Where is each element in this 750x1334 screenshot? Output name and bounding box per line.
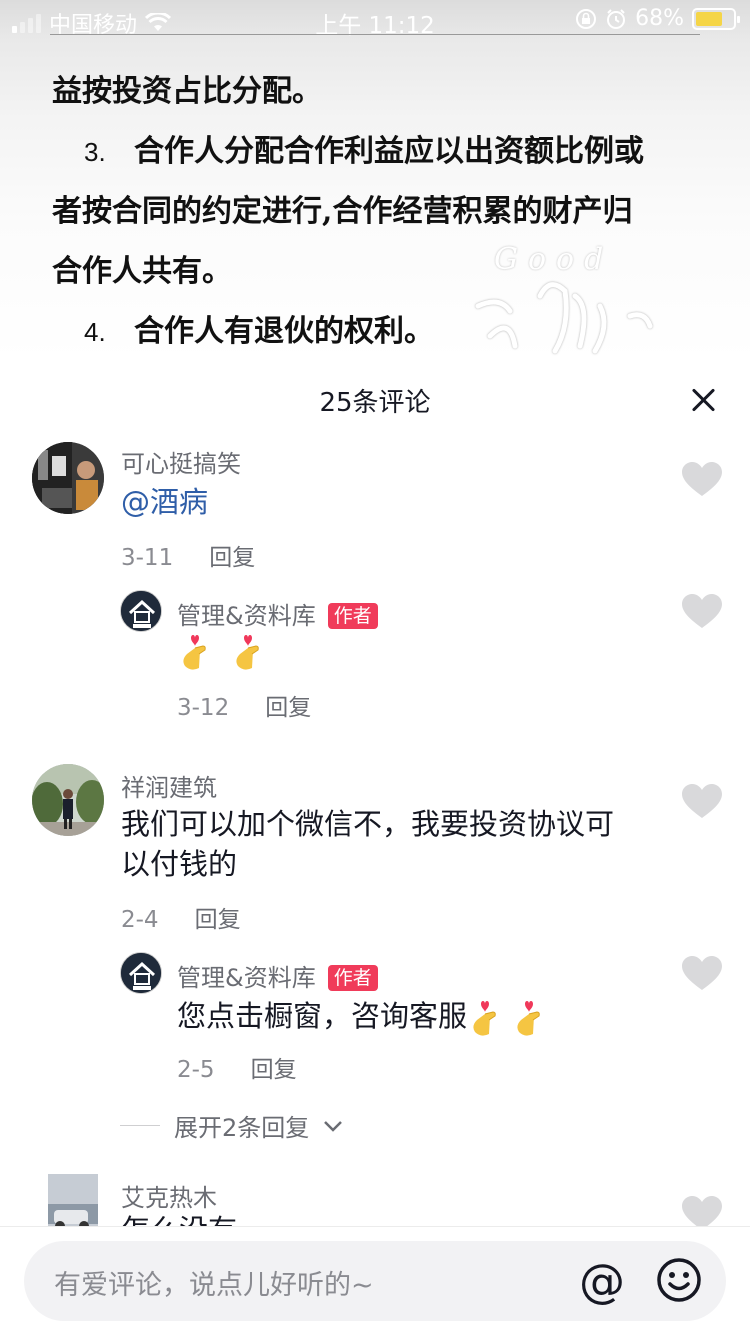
finger-heart-emoji-icon xyxy=(183,635,206,670)
comment-text-content: 您点击橱窗，咨询客服 xyxy=(177,999,468,1033)
like-heart-icon[interactable] xyxy=(682,462,722,498)
chevron-down-icon xyxy=(324,1120,343,1132)
doc-line: 合作人有退伙的权利。 xyxy=(134,314,434,349)
comment-username[interactable]: 可心挺搞笑 xyxy=(121,444,241,479)
comment-username: 管理&资料库 作者 xyxy=(177,596,378,631)
author-name[interactable]: 管理&资料库 xyxy=(177,964,316,992)
expand-replies-button[interactable]: 展开2条回复 xyxy=(120,1108,343,1143)
comment-meta: 3-11 回复 xyxy=(121,538,255,572)
comment-count-title: 25条评论 xyxy=(319,388,431,418)
author-avatar[interactable] xyxy=(120,590,162,632)
author-name[interactable]: 管理&资料库 xyxy=(177,602,316,630)
comment-date: 3-11 xyxy=(121,545,174,571)
sheet-header: 25条评论 xyxy=(0,362,750,438)
avatar[interactable] xyxy=(32,764,104,836)
like-heart-icon[interactable] xyxy=(682,956,722,992)
doc-line: 益按投资占比分配。 xyxy=(52,74,322,109)
divider-line xyxy=(120,1125,160,1126)
expand-replies-row: 展开2条回复 xyxy=(0,1108,750,1144)
doc-divider xyxy=(50,34,700,35)
like-heart-icon[interactable] xyxy=(682,594,722,630)
comment-text xyxy=(177,630,266,672)
watermark-logo: Good xyxy=(470,236,670,362)
comment-date: 3-12 xyxy=(177,695,230,721)
comment-meta: 2-4 回复 xyxy=(121,900,241,934)
comment-date: 2-4 xyxy=(121,907,159,933)
finger-heart-emoji-icon xyxy=(517,1001,540,1036)
close-icon[interactable] xyxy=(690,387,716,413)
finger-heart-emoji-icon xyxy=(236,635,259,670)
comment-input[interactable]: 有爱评论，说点儿好听的~ @ xyxy=(24,1241,726,1321)
watermark-brush-icon xyxy=(475,282,653,354)
comment-username: 管理&资料库 作者 xyxy=(177,958,378,993)
input-placeholder: 有爱评论，说点儿好听的~ xyxy=(54,1270,374,1301)
doc-item-3: 3. 合作人分配合作利益应以出资额比例或 xyxy=(52,122,707,182)
at-mention-icon[interactable]: @ xyxy=(576,1253,628,1309)
author-badge: 作者 xyxy=(327,965,378,991)
emoji-face-icon[interactable] xyxy=(656,1257,702,1303)
author-avatar[interactable] xyxy=(120,952,162,994)
doc-line: 合作人分配合作利益应以出资额比例或 xyxy=(134,134,644,169)
comment-meta: 2-5 回复 xyxy=(177,1050,297,1084)
avatar[interactable] xyxy=(32,442,104,514)
reply-button[interactable]: 回复 xyxy=(195,907,241,933)
like-heart-icon[interactable] xyxy=(682,784,722,820)
reply-item: 管理&资料库 作者 3-12 回复 xyxy=(0,590,750,730)
battery-icon xyxy=(692,7,740,30)
expand-replies-label: 展开2条回复 xyxy=(174,1114,310,1142)
doc-line: 者按合同的约定进行,合作经营积累的财产归 xyxy=(52,194,633,229)
comment-input-bar: 有爱评论，说点儿好听的~ @ xyxy=(0,1226,750,1334)
reply-button[interactable]: 回复 xyxy=(209,545,255,571)
rotation-lock-icon xyxy=(576,8,597,29)
comment-item: 祥润建筑 我们可以加个微信不，我要投资协议可 以付钱的 2-4 回复 xyxy=(0,764,750,934)
author-badge: 作者 xyxy=(327,603,378,629)
comment-meta: 3-12 回复 xyxy=(177,688,311,722)
comment-item: 可心挺搞笑 @酒病 3-11 回复 xyxy=(0,442,750,592)
comment-text: 我们可以加个微信不，我要投资协议可 以付钱的 xyxy=(121,804,614,884)
doc-item-number: 3. xyxy=(84,137,106,167)
comment-text-line: 我们可以加个微信不，我要投资协议可 xyxy=(121,807,615,841)
comment-username[interactable]: 艾克热木 xyxy=(121,1178,217,1213)
comment-sheet: 25条评论 可心挺搞笑 @酒病 3-11 回复 管理&资料库 作者 3-12 回… xyxy=(0,362,750,1334)
comment-text: 您点击橱窗，咨询客服 xyxy=(177,996,547,1038)
document-background: 中国移动 上午 11:12 68% 益按投资占比分配。 3. 合作人分配合作利益… xyxy=(0,0,750,362)
battery-percent: 68% xyxy=(635,6,684,31)
reply-item: 管理&资料库 作者 您点击橱窗，咨询客服 2-5 回复 xyxy=(0,952,750,1092)
doc-item-number: 4. xyxy=(84,317,106,347)
status-right: 68% xyxy=(575,6,740,31)
comment-date: 2-5 xyxy=(177,1057,215,1083)
reply-button[interactable]: 回复 xyxy=(265,695,311,721)
mention-link[interactable]: @酒病 xyxy=(121,482,208,522)
comment-text-line: 以付钱的 xyxy=(121,847,238,881)
comment-username[interactable]: 祥润建筑 xyxy=(121,768,217,803)
alarm-icon xyxy=(607,8,626,29)
finger-heart-emoji-icon xyxy=(473,1001,496,1036)
reply-button[interactable]: 回复 xyxy=(251,1057,297,1083)
